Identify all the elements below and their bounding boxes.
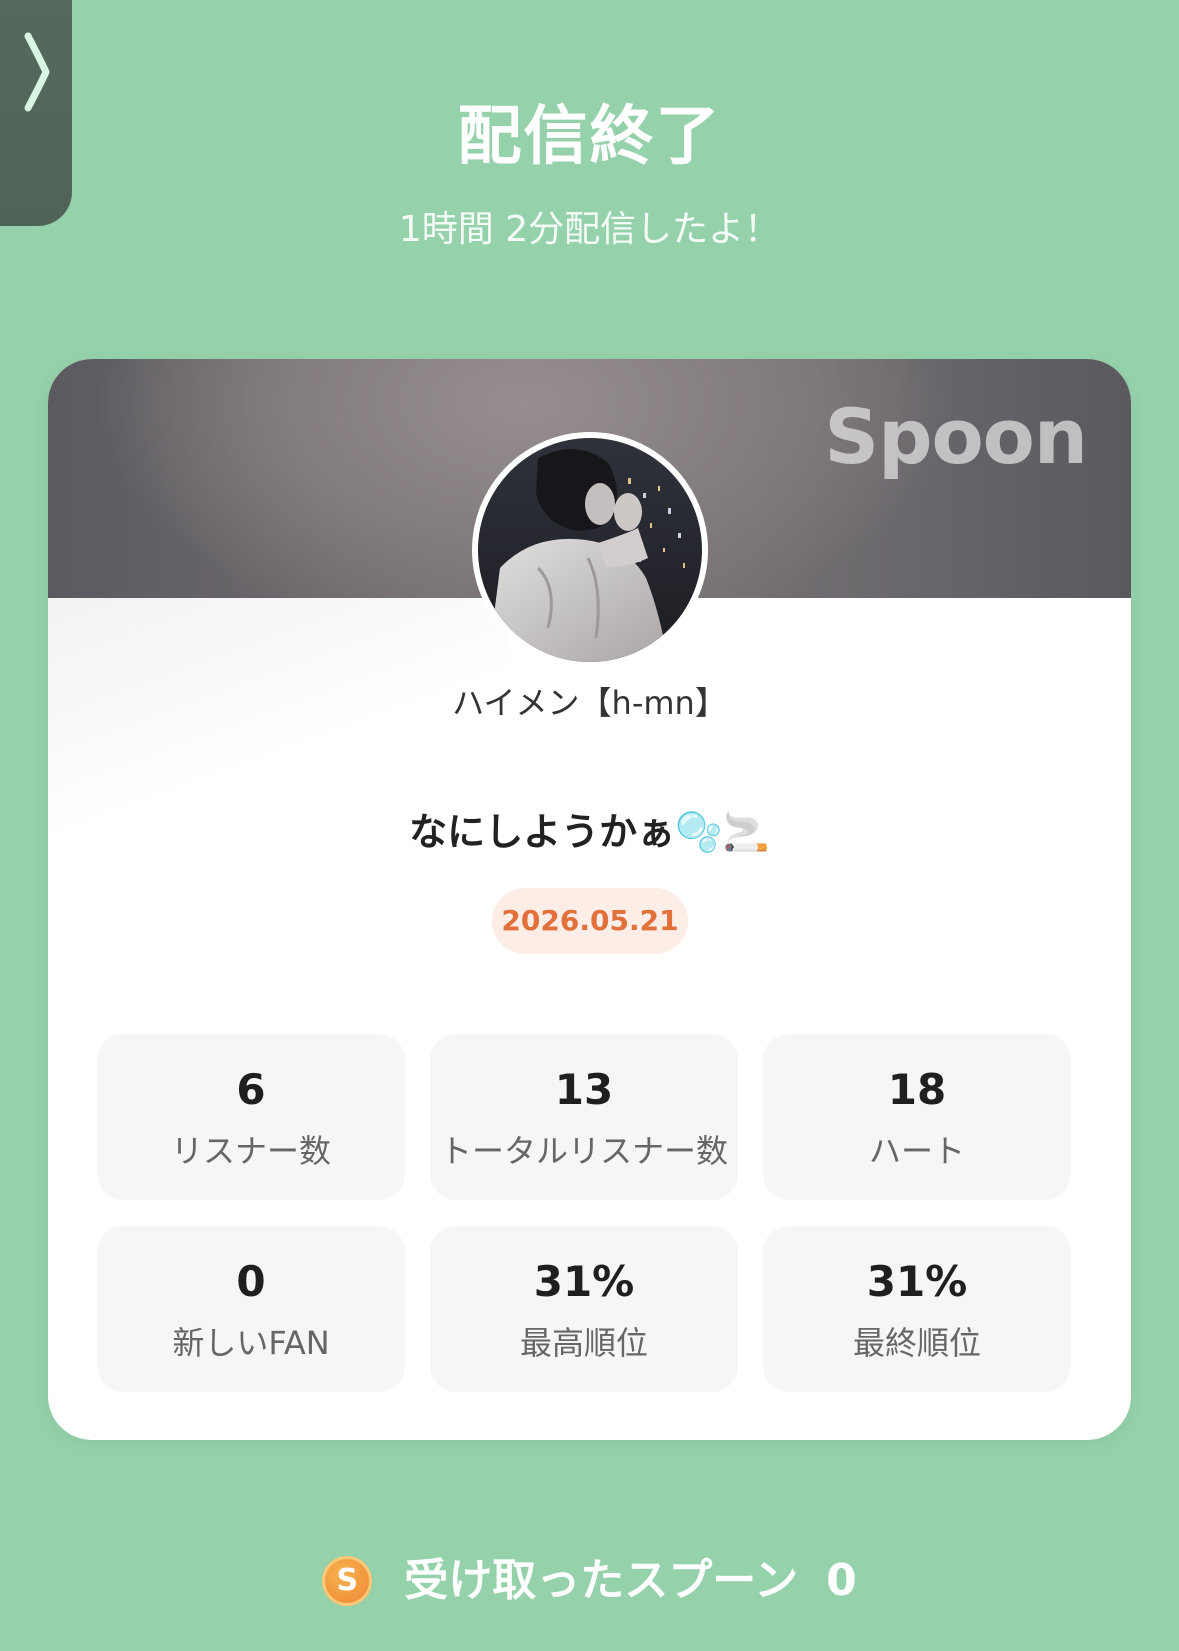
stat-label: 最高順位 (519, 1324, 648, 1362)
stat-hearts: 18 ハート (763, 1034, 1071, 1200)
received-spoons: S 受け取ったスプーン 0 (0, 1551, 1179, 1611)
stat-label: トータルリスナー数 (439, 1132, 728, 1170)
stat-value: 6 (236, 1065, 266, 1114)
broadcast-title: なにしようかぁ🫧🚬 (409, 810, 770, 854)
spoon-logo: Spoon (824, 392, 1088, 481)
stat-label: リスナー数 (170, 1132, 331, 1170)
stat-value: 18 (887, 1065, 947, 1114)
stat-value: 31% (866, 1257, 968, 1306)
stat-label: ハート (868, 1132, 965, 1170)
received-spoons-count: 0 (826, 1555, 857, 1606)
stat-label: 最終順位 (852, 1324, 981, 1362)
broadcast-date-badge: 2026.05.21 (492, 888, 688, 954)
stat-label: 新しいFAN (172, 1324, 330, 1362)
spoon-coin-icon: S (322, 1556, 373, 1606)
stat-highest-rank: 31% 最高順位 (430, 1226, 738, 1392)
avatar-photo (478, 438, 702, 662)
stat-total-listeners: 13 トータルリスナー数 (430, 1034, 738, 1200)
received-spoons-label: 受け取ったスプーン (404, 1555, 799, 1606)
broadcast-duration: 1時間 2分配信したよ！ (398, 209, 781, 250)
page-title: 配信終了 (457, 100, 722, 174)
broadcast-summary-card: Spoon ハイメン【h-mn】 なにしようかぁ🫧🚬 2026.05.21 6 … (48, 359, 1131, 1440)
stat-value: 0 (236, 1257, 266, 1306)
stat-listeners: 6 リスナー数 (97, 1034, 405, 1200)
stats-grid: 6 リスナー数 13 トータルリスナー数 18 ハート 0 新しいFAN 31%… (97, 1034, 1071, 1392)
stat-final-rank: 31% 最終順位 (763, 1226, 1071, 1392)
stat-value: 31% (533, 1257, 635, 1306)
avatar (472, 432, 708, 668)
stat-value: 13 (554, 1065, 614, 1114)
stat-new-fans: 0 新しいFAN (97, 1226, 405, 1392)
broadcaster-name: ハイメン【h-mn】 (452, 684, 727, 722)
